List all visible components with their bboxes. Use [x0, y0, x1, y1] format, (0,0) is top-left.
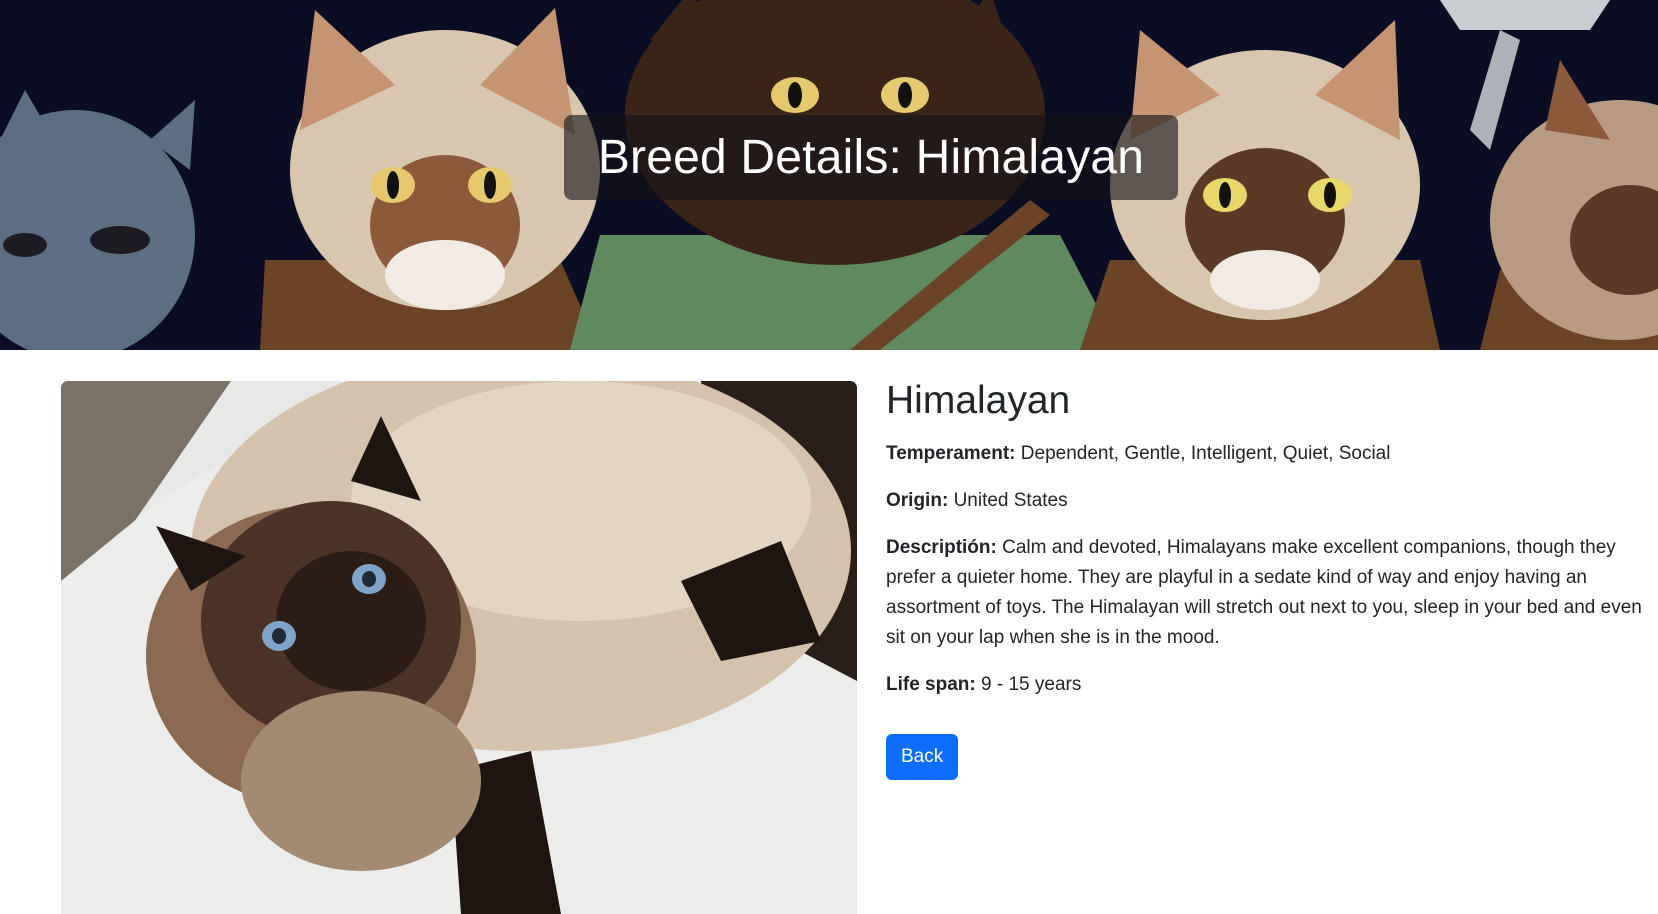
temperament-row: Temperament: Dependent, Gentle, Intellig… — [886, 439, 1658, 469]
hero-title-panel: Breed Details: Himalayan — [564, 115, 1178, 200]
breed-details: Himalayan Temperament: Dependent, Gentle… — [886, 378, 1658, 780]
temperament-value: Dependent, Gentle, Intelligent, Quiet, S… — [1020, 442, 1391, 464]
himalayan-cat-image — [61, 381, 857, 914]
hero-banner: Breed Details: Himalayan — [0, 0, 1658, 350]
description-label: Descriptión: — [886, 536, 997, 558]
breed-photo — [61, 381, 857, 914]
temperament-label: Temperament: — [886, 442, 1016, 464]
breed-name: Himalayan — [886, 379, 1071, 422]
description-value: Calm and devoted, Himalayans make excell… — [886, 536, 1642, 648]
origin-row: Origin: United States — [886, 486, 1658, 516]
description-row: Descriptión: Calm and devoted, Himalayan… — [886, 533, 1658, 653]
back-button[interactable]: Back — [886, 733, 959, 780]
life-span-row: Life span: 9 - 15 years — [886, 670, 1658, 700]
life-span-label: Life span: — [886, 673, 976, 695]
origin-label: Origin: — [886, 489, 949, 511]
page-title: Breed Details: Himalayan — [597, 131, 1145, 184]
origin-value: United States — [953, 489, 1068, 511]
life-span-value: 9 - 15 years — [981, 673, 1082, 695]
